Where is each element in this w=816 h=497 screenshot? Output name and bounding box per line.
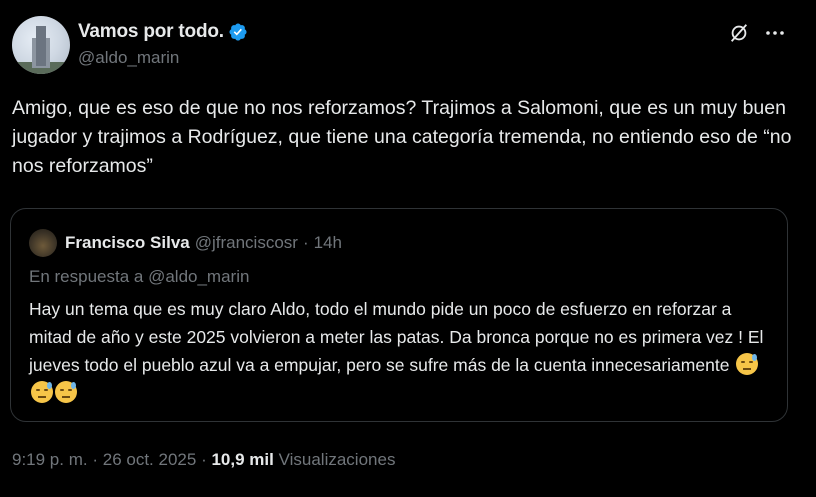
tweet-text: Amigo, que es eso de que no nos reforzam…	[12, 97, 792, 177]
author-name-row: Vamos por todo.	[78, 20, 248, 44]
more-icon[interactable]	[764, 28, 786, 38]
quoted-tweet-time[interactable]: 14h	[314, 233, 342, 253]
sleepy-face-icon	[736, 353, 759, 375]
author-handle[interactable]: @aldo_marin	[78, 48, 179, 68]
author-avatar[interactable]	[12, 16, 70, 74]
views-count: 10,9 mil	[211, 450, 274, 469]
tweet-metadata: 9:19 p. m. · 26 oct. 2025 · 10,9 mil Vis…	[12, 450, 395, 470]
quoted-tweet-text-block: Hay un tema que es muy claro Aldo, todo …	[29, 295, 774, 407]
separator-dot: ·	[302, 233, 309, 252]
separator-dot: ·	[92, 450, 99, 469]
verified-badge-icon[interactable]	[228, 22, 248, 42]
quoted-tweet-text: Hay un tema que es muy claro Aldo, todo …	[29, 299, 764, 375]
tweet-time[interactable]: 9:19 p. m.	[12, 450, 88, 469]
quoted-tweet[interactable]: Francisco Silva @jfranciscosr · 14h En r…	[10, 208, 788, 422]
quoted-author-name[interactable]: Francisco Silva	[65, 233, 190, 253]
tweet-date[interactable]: 26 oct. 2025	[103, 450, 197, 469]
sleepy-face-icon	[55, 381, 77, 403]
author-display-name[interactable]: Vamos por todo.	[78, 21, 224, 43]
quoted-author-avatar[interactable]	[29, 229, 57, 257]
grok-icon[interactable]	[728, 22, 750, 44]
reply-to-label: En respuesta a @aldo_marin	[29, 267, 250, 286]
tweet-header: Vamos por todo. @aldo_marin	[12, 16, 802, 74]
quoted-author-handle[interactable]: @jfranciscosr	[195, 233, 298, 253]
separator-dot: ·	[201, 450, 207, 469]
sleepy-face-icon	[31, 381, 53, 403]
quoted-tweet-header: Francisco Silva @jfranciscosr · 14h	[29, 229, 342, 257]
views-label: Visualizaciones	[278, 450, 396, 469]
